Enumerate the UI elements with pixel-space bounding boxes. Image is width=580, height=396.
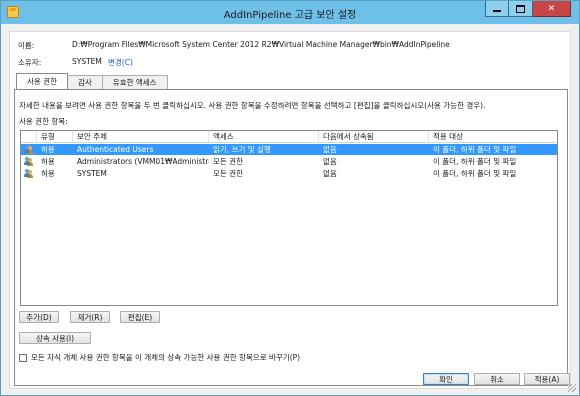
maximize-button[interactable] [509,1,533,17]
cell-type: 허용 [41,169,55,178]
cell-inherited: 없음 [323,169,337,178]
user-group-icon [24,169,34,178]
dialog-body: 이름: D:₩Program Files₩Microsoft System Ce… [9,31,571,389]
column-access[interactable]: 액세스 [209,131,319,143]
apply-button[interactable]: 적용(A) [524,373,570,385]
close-icon: ✕ [547,3,556,14]
user-group-icon [24,145,34,154]
tab-auditing[interactable]: 감사 [66,75,103,89]
cell-access: 읽기, 쓰기 및 실행 [213,145,271,154]
table-row[interactable]: 허용 SYSTEM 모든 권한 없음 이 폴더, 하위 폴더 및 파일 [21,168,557,179]
cell-type: 허용 [41,157,55,166]
tab-permissions[interactable]: 사용 권한 [16,73,68,89]
ok-button[interactable]: 확인 [423,373,469,385]
icon-column-header [21,131,37,143]
cell-access: 모든 권한 [213,157,243,166]
cell-access: 모든 권한 [213,169,243,178]
owner-value: SYSTEM [72,57,102,66]
column-type[interactable]: 유형 [37,131,73,143]
entries-label: 사용 권한 항목: [19,117,68,126]
window-controls: ✕ [485,1,571,17]
replace-child-permissions-label: 모든 자식 개체 사용 권한 항목을 이 개체의 상속 가능한 사용 권한 항목… [31,353,301,362]
cell-inherited: 없음 [323,157,337,166]
change-owner-link[interactable]: 변경(C) [108,57,133,68]
user-group-icon [24,157,34,166]
resize-grip-icon[interactable] [568,384,576,392]
column-inherited-from[interactable]: 다음에서 상속됨 [319,131,429,143]
cell-applies: 이 폴더, 하위 폴더 및 파일 [433,145,517,154]
security-settings-window: AddInPipeline 고급 보안 설정 ✕ 이름: D:₩Program … [0,0,580,396]
table-row[interactable]: 허용 Administrators (VMM01₩Administrat... … [21,156,557,167]
replace-child-permissions-checkbox[interactable] [19,353,27,362]
maximize-icon [516,4,525,13]
title-bar[interactable]: AddInPipeline 고급 보안 설정 ✕ [1,1,579,24]
minimize-icon [493,10,501,12]
owner-label: 소유자: [18,58,42,67]
permission-entries-list[interactable]: 유형 보안 주체 액세스 다음에서 상속됨 적용 대상 허용 Authentic… [20,130,558,306]
name-value: D:₩Program Files₩Microsoft System Center… [72,40,450,49]
column-applies-to[interactable]: 적용 대상 [429,131,559,143]
table-row[interactable]: 허용 Authenticated Users 읽기, 쓰기 및 실행 없음 이 … [21,144,557,155]
cell-inherited: 없음 [323,145,337,154]
minimize-button[interactable] [485,1,509,17]
column-principal[interactable]: 보안 주체 [73,131,209,143]
list-header: 유형 보안 주체 액세스 다음에서 상속됨 적용 대상 [21,131,557,143]
info-text: 자세한 내용을 보려면 사용 권한 항목을 두 번 클릭하십시오. 사용 권한 … [19,101,486,110]
close-button[interactable]: ✕ [533,1,571,17]
edit-button[interactable]: 편집(E) [120,311,160,323]
cell-principal: Administrators (VMM01₩Administrat... [77,157,209,166]
cell-applies: 이 폴더, 하위 폴더 및 파일 [433,169,517,178]
add-button[interactable]: 추가(D) [19,311,59,323]
name-label: 이름: [18,41,35,50]
enable-inheritance-button[interactable]: 상속 사용(I) [19,332,91,344]
cell-type: 허용 [41,145,55,154]
cancel-button[interactable]: 취소 [474,373,520,385]
cell-principal: SYSTEM [77,169,107,178]
replace-child-permissions-option[interactable]: 모든 자식 개체 사용 권한 항목을 이 개체의 상속 가능한 사용 권한 항목… [19,352,300,363]
tab-effective-access[interactable]: 유효한 액세스 [101,75,168,89]
cell-applies: 이 폴더, 하위 폴더 및 파일 [433,157,517,166]
tab-strip: 사용 권한 감사 유효한 액세스 [16,73,168,89]
remove-button[interactable]: 제거(R) [70,311,110,323]
cell-principal: Authenticated Users [77,145,154,154]
